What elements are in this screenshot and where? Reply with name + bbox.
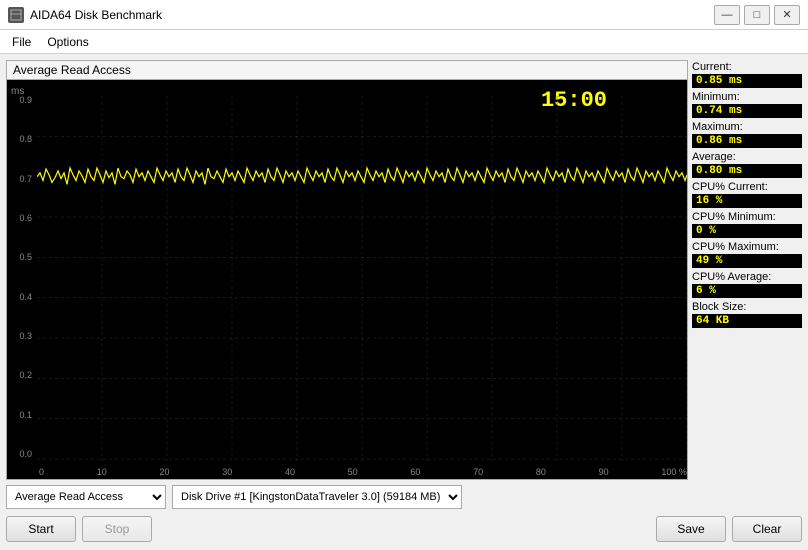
save-button[interactable]: Save bbox=[656, 516, 726, 542]
stop-button[interactable]: Stop bbox=[82, 516, 152, 542]
title-bar-controls: — □ ✕ bbox=[714, 5, 800, 25]
stat-average-value: 0.80 ms bbox=[692, 164, 802, 178]
stat-cpu-maximum-value: 49 % bbox=[692, 254, 802, 268]
title-bar-left: AIDA64 Disk Benchmark bbox=[8, 7, 162, 23]
chart-panel-header: Average Read Access bbox=[7, 61, 687, 80]
x-tick-10: 10 bbox=[97, 467, 107, 477]
stat-minimum-value: 0.74 ms bbox=[692, 104, 802, 118]
stat-block-size-value: 64 KB bbox=[692, 314, 802, 328]
stat-maximum-label: Maximum: bbox=[692, 120, 802, 134]
x-tick-40: 40 bbox=[285, 467, 295, 477]
drive-select[interactable]: Disk Drive #1 [KingstonDataTraveler 3.0]… bbox=[172, 485, 462, 509]
stat-maximum-value: 0.86 ms bbox=[692, 134, 802, 148]
stat-cpu-average-label: CPU% Average: bbox=[692, 270, 802, 284]
side-stats: Current: 0.85 ms Minimum: 0.74 ms Maximu… bbox=[692, 60, 802, 480]
y-tick-09: 0.9 bbox=[7, 96, 35, 105]
y-tick-08: 0.8 bbox=[7, 135, 35, 144]
stat-cpu-minimum-value: 0 % bbox=[692, 224, 802, 238]
x-tick-20: 20 bbox=[159, 467, 169, 477]
bottom-row2: Start Stop Save Clear bbox=[6, 514, 802, 544]
x-tick-60: 60 bbox=[410, 467, 420, 477]
stat-cpu-average: CPU% Average: 6 % bbox=[692, 270, 802, 298]
stat-cpu-minimum: CPU% Minimum: 0 % bbox=[692, 210, 802, 238]
x-tick-30: 30 bbox=[222, 467, 232, 477]
stat-block-size-label: Block Size: bbox=[692, 300, 802, 314]
app-title: AIDA64 Disk Benchmark bbox=[30, 8, 162, 22]
chart-panel: Average Read Access ms 15:00 bbox=[6, 60, 688, 480]
chart-svg bbox=[37, 96, 687, 461]
menu-options[interactable]: Options bbox=[39, 33, 96, 51]
y-tick-04: 0.4 bbox=[7, 293, 35, 302]
stat-minimum-label: Minimum: bbox=[692, 90, 802, 104]
bottom-section: Average Read Access Read Speed Write Spe… bbox=[6, 484, 802, 544]
chart-section: Average Read Access ms 15:00 bbox=[6, 60, 802, 480]
x-axis-labels: 0 10 20 30 40 50 60 70 80 90 100 % bbox=[39, 467, 687, 477]
y-tick-03: 0.3 bbox=[7, 332, 35, 341]
stat-cpu-current: CPU% Current: 16 % bbox=[692, 180, 802, 208]
y-tick-07: 0.7 bbox=[7, 175, 35, 184]
stat-current-value: 0.85 ms bbox=[692, 74, 802, 88]
test-type-select[interactable]: Average Read Access Read Speed Write Spe… bbox=[6, 485, 166, 509]
minimize-button[interactable]: — bbox=[714, 5, 740, 25]
title-bar: AIDA64 Disk Benchmark — □ ✕ bbox=[0, 0, 808, 30]
app-icon bbox=[8, 7, 24, 23]
x-tick-90: 90 bbox=[599, 467, 609, 477]
stat-cpu-maximum-label: CPU% Maximum: bbox=[692, 240, 802, 254]
stat-maximum: Maximum: 0.86 ms bbox=[692, 120, 802, 148]
stat-cpu-maximum: CPU% Maximum: 49 % bbox=[692, 240, 802, 268]
x-tick-80: 80 bbox=[536, 467, 546, 477]
bottom-row1: Average Read Access Read Speed Write Spe… bbox=[6, 484, 802, 510]
maximize-button[interactable]: □ bbox=[744, 5, 770, 25]
x-tick-50: 50 bbox=[348, 467, 358, 477]
stat-cpu-average-value: 6 % bbox=[692, 284, 802, 298]
stat-minimum: Minimum: 0.74 ms bbox=[692, 90, 802, 118]
stat-cpu-current-value: 16 % bbox=[692, 194, 802, 208]
stat-block-size: Block Size: 64 KB bbox=[692, 300, 802, 328]
y-tick-00: 0.0 bbox=[7, 450, 35, 459]
chart-inner: ms 15:00 bbox=[7, 80, 687, 479]
start-button[interactable]: Start bbox=[6, 516, 76, 542]
x-tick-0: 0 bbox=[39, 467, 44, 477]
x-tick-100: 100 % bbox=[661, 467, 687, 477]
y-tick-06: 0.6 bbox=[7, 214, 35, 223]
x-tick-70: 70 bbox=[473, 467, 483, 477]
stat-average-label: Average: bbox=[692, 150, 802, 164]
menu-bar: File Options bbox=[0, 30, 808, 54]
stat-cpu-minimum-label: CPU% Minimum: bbox=[692, 210, 802, 224]
y-tick-01: 0.1 bbox=[7, 411, 35, 420]
y-tick-05: 0.5 bbox=[7, 253, 35, 262]
clear-button[interactable]: Clear bbox=[732, 516, 802, 542]
stat-current-label: Current: bbox=[692, 60, 802, 74]
stat-current: Current: 0.85 ms bbox=[692, 60, 802, 88]
menu-file[interactable]: File bbox=[4, 33, 39, 51]
main-content: Average Read Access ms 15:00 bbox=[0, 54, 808, 550]
y-axis-labels: 0.9 0.8 0.7 0.6 0.5 0.4 0.3 0.2 0.1 0.0 bbox=[7, 96, 35, 459]
stat-average: Average: 0.80 ms bbox=[692, 150, 802, 178]
stat-cpu-current-label: CPU% Current: bbox=[692, 180, 802, 194]
y-tick-02: 0.2 bbox=[7, 371, 35, 380]
close-button[interactable]: ✕ bbox=[774, 5, 800, 25]
